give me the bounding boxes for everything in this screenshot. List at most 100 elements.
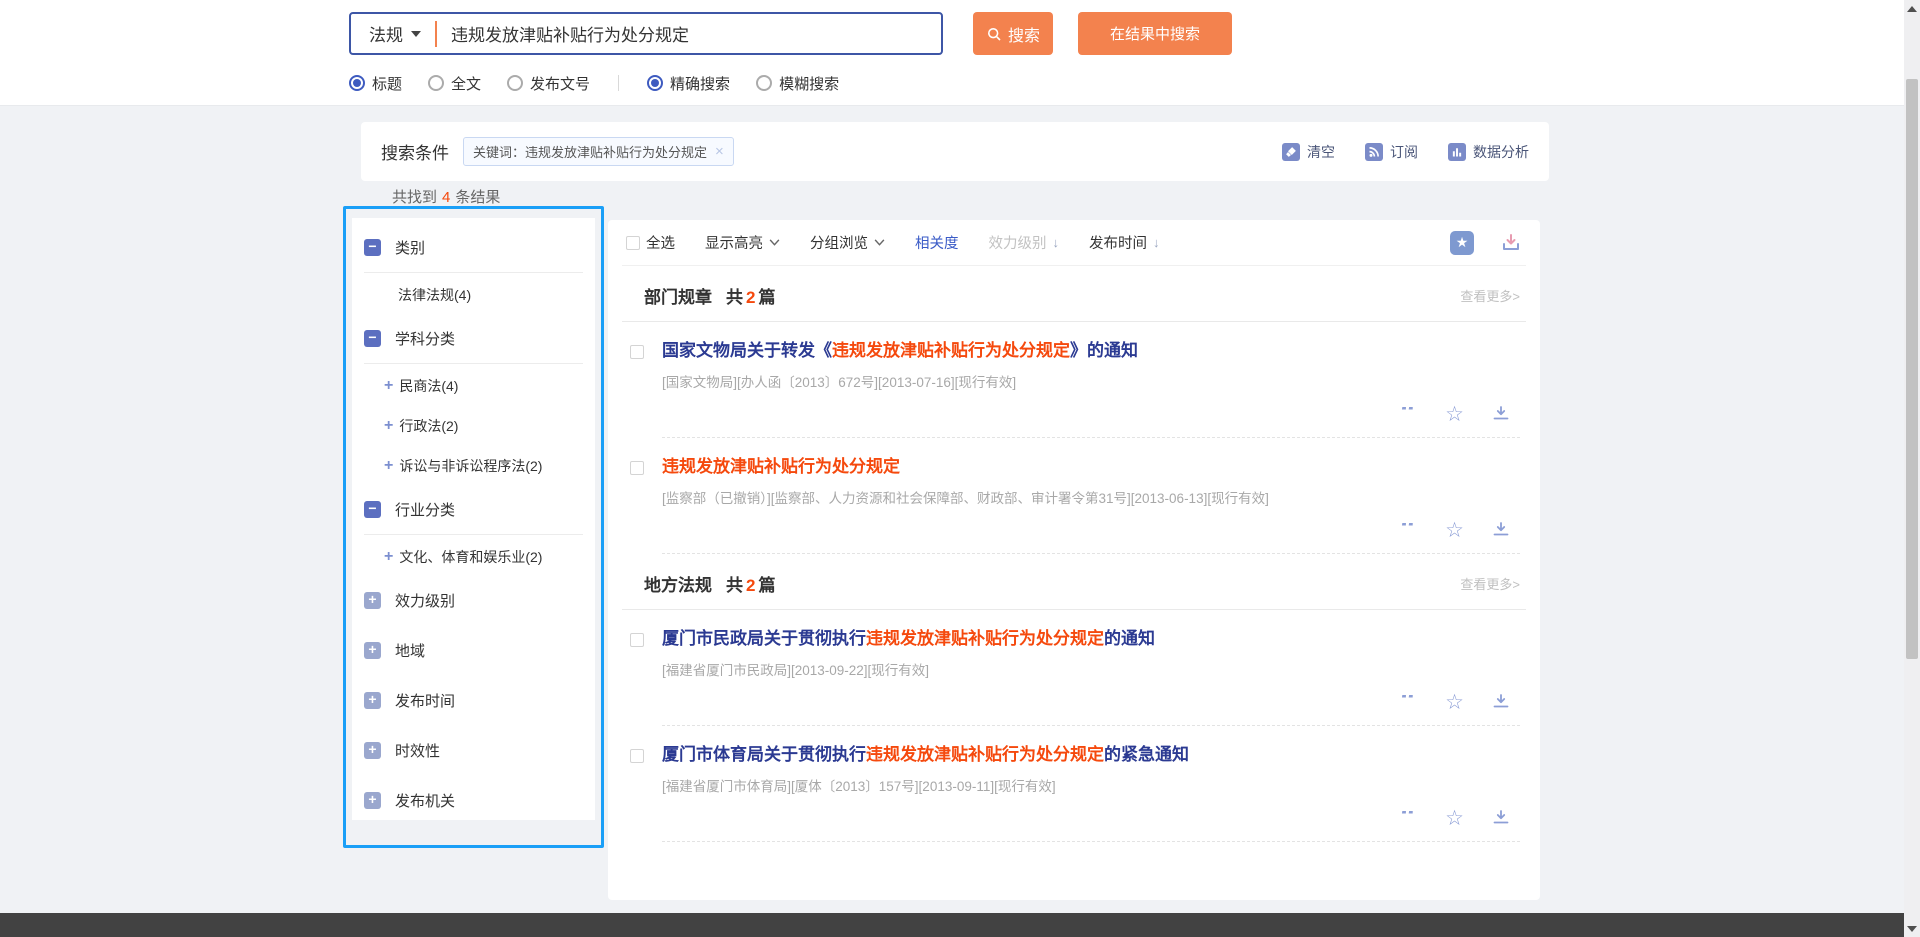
collapse-minus-icon[interactable]: −: [364, 330, 381, 347]
sidebar-section-header[interactable]: −学科分类: [364, 315, 583, 361]
sidebar-section-header[interactable]: +发布机关: [364, 777, 583, 823]
keyword-tag-text: 关键词：违规发放津贴补贴行为处分规定: [473, 142, 707, 161]
view-more-link[interactable]: 查看更多>: [1460, 574, 1520, 593]
sidebar-filter-item[interactable]: +文化、体育和娱乐业(2): [364, 537, 583, 577]
download-icon[interactable]: [1492, 809, 1510, 827]
sidebar-filter-item[interactable]: 法律法规(4): [364, 275, 583, 315]
result-title-link[interactable]: 国家文物局关于转发《违规发放津贴补贴行为处分规定》的通知: [662, 340, 1520, 362]
radio-option[interactable]: 发布文号: [507, 73, 590, 94]
select-all[interactable]: 全选: [626, 232, 675, 253]
summary-suffix: 条结果: [455, 189, 500, 206]
collapse-minus-icon[interactable]: −: [364, 501, 381, 518]
group-count-prefix: 共: [726, 283, 743, 308]
result-title-link[interactable]: 厦门市体育局关于贯彻执行违规发放津贴补贴行为处分规定的紧急通知: [662, 744, 1520, 766]
expand-plus-icon[interactable]: +: [364, 792, 381, 809]
category-select-label: 法规: [369, 21, 403, 46]
sort-effect-level[interactable]: 效力级别 ↓: [989, 232, 1060, 253]
result-body: 违规发放津贴补贴行为处分规定[监察部（已撤销）][监察部、人力资源和社会保障部、…: [662, 456, 1520, 554]
group-header: 部门规章共2篇查看更多>: [622, 266, 1526, 321]
result-checkbox[interactable]: [630, 633, 644, 647]
favorite-star-icon[interactable]: ☆: [1445, 520, 1464, 541]
condition-action-label: 清空: [1307, 142, 1335, 162]
download-icon[interactable]: [1492, 405, 1510, 423]
cite-quote-icon[interactable]: “: [1400, 407, 1417, 421]
scroll-down-arrow-icon[interactable]: [1907, 926, 1917, 932]
chevron-down-icon: [769, 239, 780, 246]
download-all-button[interactable]: [1500, 232, 1522, 254]
group-count-prefix: 共: [726, 571, 743, 596]
sort-relevance[interactable]: 相关度: [915, 232, 959, 253]
expand-plus-icon[interactable]: +: [384, 378, 393, 394]
favorite-star-icon[interactable]: ☆: [1445, 808, 1464, 829]
result-title-link[interactable]: 厦门市民政局关于贯彻执行违规发放津贴补贴行为处分规定的通知: [662, 628, 1520, 650]
group-browse-dropdown[interactable]: 分组浏览: [810, 232, 885, 253]
sidebar-filter-item[interactable]: +民商法(4): [364, 366, 583, 406]
cite-quote-icon[interactable]: “: [1400, 695, 1417, 709]
radio-option[interactable]: 精确搜索: [647, 73, 730, 94]
download-icon[interactable]: [1492, 521, 1510, 539]
result-item: 国家文物局关于转发《违规发放津贴补贴行为处分规定》的通知[国家文物局][办人函〔…: [622, 322, 1526, 438]
sidebar-section-header[interactable]: −类别: [364, 224, 583, 270]
highlight-dropdown[interactable]: 显示高亮: [705, 232, 780, 253]
radio-option[interactable]: 模糊搜索: [756, 73, 839, 94]
expand-plus-icon[interactable]: +: [384, 549, 393, 565]
select-all-checkbox[interactable]: [626, 236, 640, 250]
radio-option[interactable]: 全文: [428, 73, 481, 94]
result-title-link[interactable]: 违规发放津贴补贴行为处分规定: [662, 456, 1520, 478]
scrollbar-thumb[interactable]: [1906, 79, 1918, 659]
cite-quote-icon[interactable]: “: [1400, 523, 1417, 537]
view-more-link[interactable]: 查看更多>: [1460, 286, 1520, 305]
condition-label: 搜索条件: [381, 139, 449, 164]
vertical-scrollbar[interactable]: [1904, 0, 1920, 937]
result-checkbox[interactable]: [630, 461, 644, 475]
sidebar-section-header[interactable]: + 效力级别: [364, 577, 583, 623]
favorite-star-icon[interactable]: ☆: [1445, 404, 1464, 425]
expand-plus-icon[interactable]: +: [384, 458, 393, 474]
cite-quote-icon[interactable]: “: [1400, 811, 1417, 825]
sidebar-section-header[interactable]: +发布时间: [364, 677, 583, 723]
condition-action-bar-chart[interactable]: 数据分析: [1448, 142, 1529, 162]
group-browse-label: 分组浏览: [810, 232, 868, 253]
result-checkbox[interactable]: [630, 345, 644, 359]
sidebar-section-label: 学科分类: [395, 328, 455, 349]
sidebar-section-header[interactable]: −行业分类: [364, 486, 583, 532]
favorite-all-button[interactable]: ★: [1450, 231, 1474, 255]
sidebar-section-label: 时效性: [395, 740, 440, 761]
collapse-minus-icon[interactable]: −: [364, 239, 381, 256]
keyword-tag[interactable]: 关键词：违规发放津贴补贴行为处分规定 ×: [463, 137, 734, 166]
search-button[interactable]: 搜索: [973, 12, 1053, 55]
favorite-star-icon[interactable]: ☆: [1445, 692, 1464, 713]
group-header: 地方法规共2篇查看更多>: [622, 554, 1526, 609]
group-count-suffix: 篇: [758, 571, 775, 596]
expand-plus-icon[interactable]: +: [364, 592, 381, 609]
sort-publish-date[interactable]: 发布时间 ↓: [1089, 232, 1160, 253]
title-highlight-text: 违规发放津贴补贴行为处分规定: [866, 745, 1104, 764]
radio-option[interactable]: 标题: [349, 73, 402, 94]
condition-action-clear-broom[interactable]: 清空: [1282, 142, 1335, 162]
result-body: 厦门市体育局关于贯彻执行违规发放津贴补贴行为处分规定的紧急通知[福建省厦门市体育…: [662, 744, 1520, 842]
group-name: 部门规章: [644, 283, 712, 308]
result-checkbox[interactable]: [630, 749, 644, 763]
search-in-results-button[interactable]: 在结果中搜索: [1078, 12, 1232, 55]
tag-close-icon[interactable]: ×: [715, 144, 724, 159]
condition-action-rss-subscribe[interactable]: 订阅: [1365, 142, 1418, 162]
expand-plus-icon[interactable]: +: [364, 642, 381, 659]
category-select[interactable]: 法规: [351, 21, 435, 46]
sidebar-filter-item[interactable]: +行政法(2): [364, 406, 583, 446]
search-input[interactable]: [437, 24, 941, 44]
sidebar-filter-item[interactable]: +诉讼与非诉讼程序法(2): [364, 446, 583, 486]
title-highlight-text: 违规发放津贴补贴行为处分规定: [662, 457, 900, 476]
sidebar-section-label: 效力级别: [395, 590, 455, 611]
expand-plus-icon[interactable]: +: [364, 692, 381, 709]
filter-sidebar: −类别法律法规(4)−学科分类+民商法(4)+行政法(2)+诉讼与非诉讼程序法(…: [352, 218, 595, 820]
radio-indicator: [756, 75, 772, 91]
result-actions: “☆: [662, 689, 1520, 715]
expand-plus-icon[interactable]: +: [364, 742, 381, 759]
scroll-up-arrow-icon[interactable]: [1907, 6, 1917, 12]
expand-plus-icon[interactable]: +: [384, 418, 393, 434]
bar-chart-icon: [1448, 143, 1466, 161]
sidebar-section-label: 地域: [395, 640, 425, 661]
download-icon[interactable]: [1492, 693, 1510, 711]
sidebar-section-header[interactable]: + 地域: [364, 627, 583, 673]
sidebar-section-header[interactable]: + 时效性: [364, 727, 583, 773]
